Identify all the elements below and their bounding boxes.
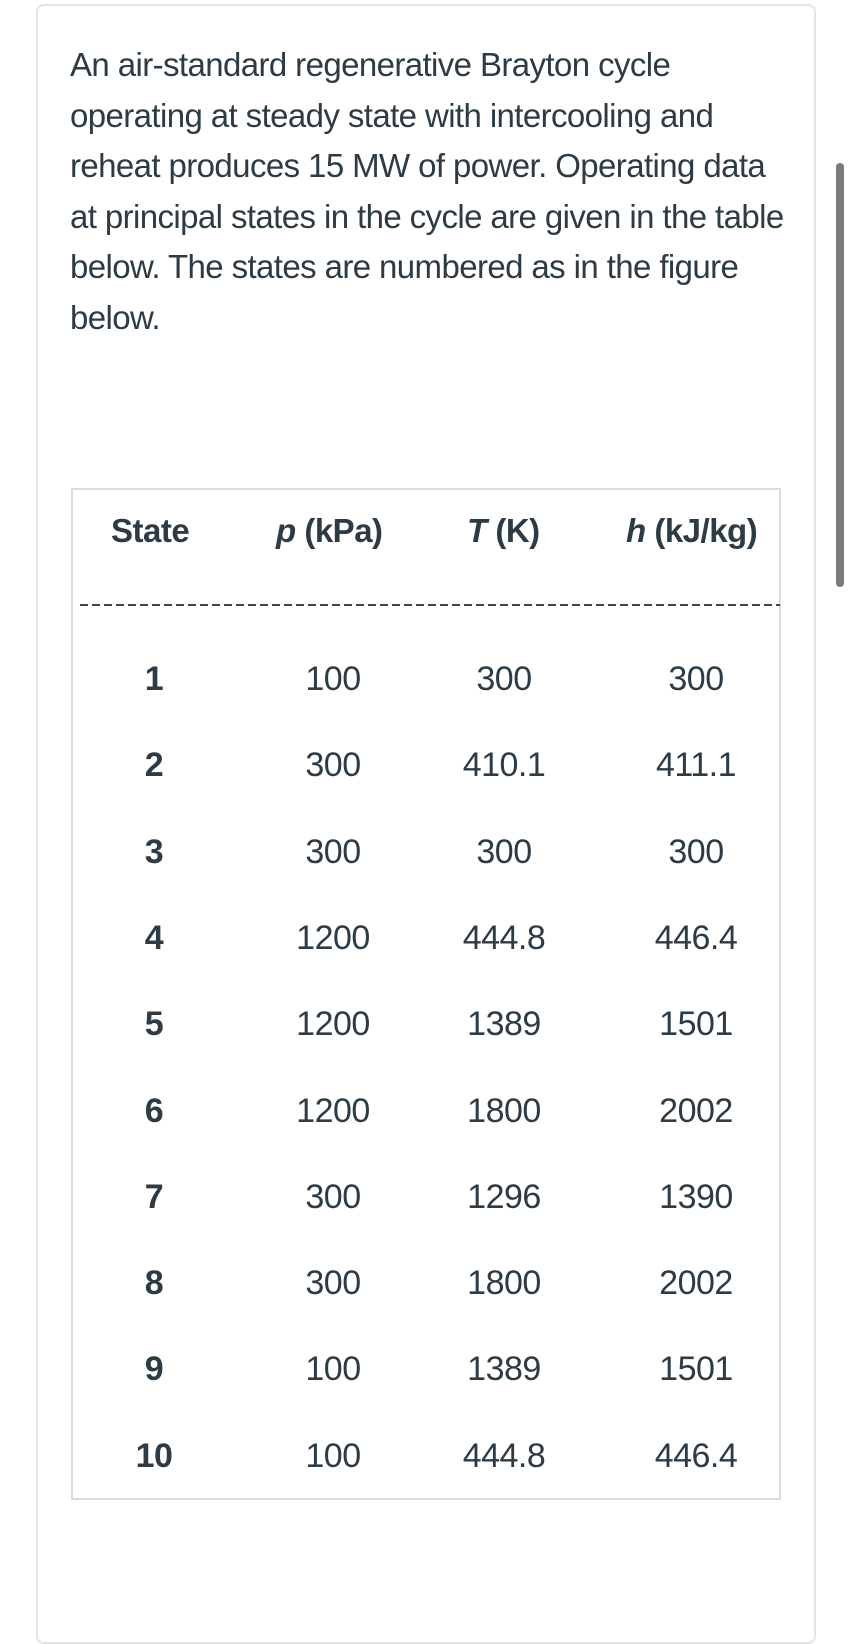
cell-state: 6	[144, 1091, 164, 1130]
cell-temperature: 300	[476, 832, 532, 871]
cell-enthalpy: 2002	[659, 1264, 733, 1303]
table-row: 1 100 300 300	[71, 660, 781, 700]
cell-enthalpy: 411.1	[655, 746, 737, 785]
table-row: 10 100 444.8 446.4	[71, 1437, 781, 1477]
table-row: 8 300 1800 2002	[71, 1264, 781, 1304]
cell-temperature: 1296	[467, 1177, 541, 1216]
table-row: 2 300 410.1 411.1	[71, 746, 781, 786]
cell-temperature: 1800	[467, 1264, 541, 1303]
cell-temperature: 300	[476, 660, 532, 698]
table-row: 3 300 300 300	[71, 833, 781, 873]
state-data-table	[71, 488, 781, 1500]
header-enthalpy: h (kJ/kg)	[626, 512, 758, 550]
cell-pressure: 1200	[296, 1005, 370, 1044]
cell-enthalpy: 446.4	[654, 918, 738, 957]
header-enthalpy-symbol: h	[626, 512, 646, 549]
header-temperature-unit: (K)	[486, 512, 540, 549]
cell-state: 3	[144, 832, 164, 871]
cell-pressure: 300	[305, 1264, 361, 1303]
cell-enthalpy: 300	[668, 660, 724, 698]
cell-state: 10	[135, 1436, 173, 1475]
scrollbar-thumb[interactable]	[836, 163, 844, 587]
table-row: 5 1200 1389 1501	[71, 1005, 781, 1045]
cell-enthalpy: 1501	[659, 1350, 733, 1389]
header-pressure-unit: (kPa)	[295, 512, 383, 549]
cell-temperature: 1389	[467, 1005, 541, 1044]
header-divider	[80, 604, 780, 606]
cell-temperature: 444.8	[462, 918, 546, 957]
cell-pressure: 300	[305, 1177, 361, 1216]
cell-pressure: 1200	[296, 918, 370, 957]
cell-pressure: 100	[305, 1350, 361, 1389]
question-text: An air-standard regenerative Brayton cyc…	[70, 46, 784, 336]
cell-temperature: 1389	[467, 1350, 541, 1389]
cell-state: 9	[144, 1350, 164, 1389]
header-temperature: T (K)	[467, 512, 540, 550]
cell-enthalpy: 446.4	[654, 1436, 738, 1475]
cell-pressure: 300	[305, 746, 361, 785]
table-row: 6 1200 1800 2002	[71, 1092, 781, 1132]
cell-pressure: 300	[305, 832, 361, 871]
header-enthalpy-unit: (kJ/kg)	[645, 512, 758, 549]
cell-state: 2	[144, 746, 164, 785]
cell-temperature: 410.1	[462, 746, 546, 785]
table-row: 9 100 1389 1501	[71, 1350, 781, 1390]
cell-enthalpy: 300	[668, 832, 724, 871]
cell-state: 4	[144, 918, 164, 957]
cell-temperature: 444.8	[462, 1436, 546, 1475]
cell-state: 7	[144, 1177, 164, 1216]
header-pressure: p (kPa)	[276, 512, 383, 550]
header-pressure-symbol: p	[276, 512, 296, 549]
cell-temperature: 1800	[467, 1091, 541, 1130]
cell-enthalpy: 1390	[659, 1177, 733, 1216]
cell-enthalpy: 1501	[659, 1005, 733, 1044]
table-row: 4 1200 444.8 446.4	[71, 919, 781, 959]
cell-state: 8	[144, 1264, 164, 1303]
cell-pressure: 100	[305, 1436, 361, 1475]
cell-state: 5	[144, 1005, 164, 1044]
cell-enthalpy: 2002	[659, 1091, 733, 1130]
cell-pressure: 100	[305, 660, 361, 698]
header-temperature-symbol: T	[467, 512, 487, 549]
header-state: State	[111, 512, 190, 549]
table-row: 7 300 1296 1390	[71, 1178, 781, 1218]
cell-state: 1	[144, 660, 164, 698]
cell-pressure: 1200	[296, 1091, 370, 1130]
